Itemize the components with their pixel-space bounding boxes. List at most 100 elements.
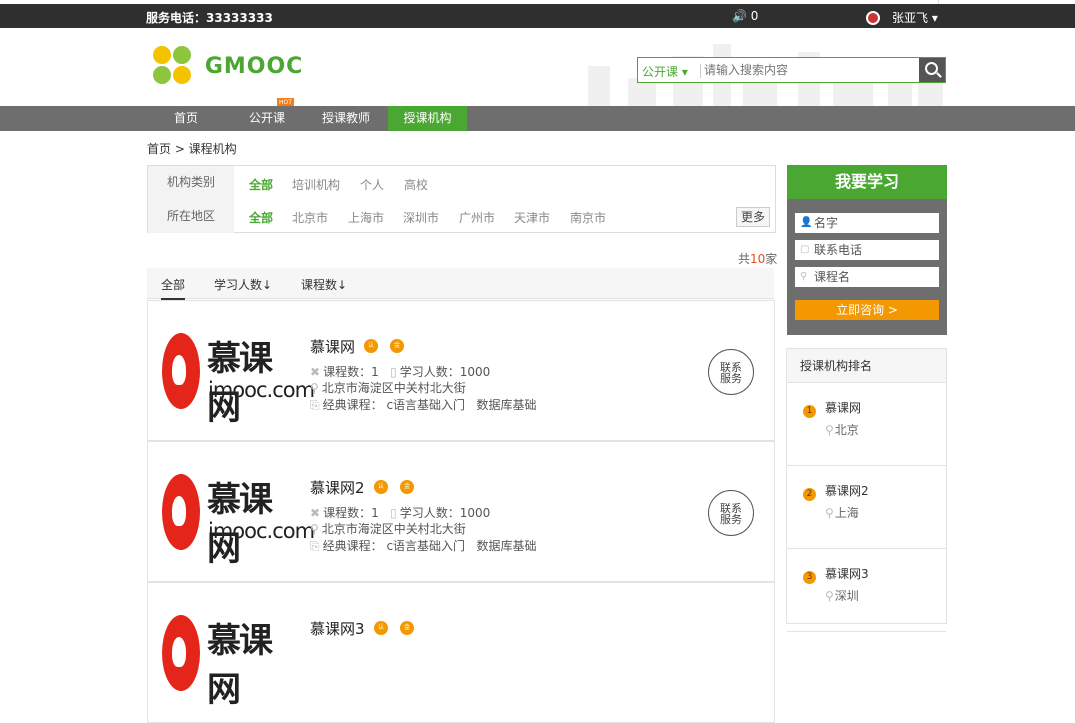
classic-course-link[interactable]: 数据库基础 <box>477 539 537 553</box>
flame-logo-icon <box>162 333 200 409</box>
classic-course-link[interactable]: 数据库基础 <box>477 398 537 412</box>
name-field[interactable]: 👤 名字 <box>795 213 939 233</box>
filter-region-beijing[interactable]: 北京市 <box>292 209 328 226</box>
message-count[interactable]: 🔊 0 <box>732 9 758 23</box>
course-name-field[interactable]: ⚲ 课程名 <box>795 267 939 287</box>
gold-badge-icon: 金 <box>400 480 414 494</box>
filter-panel: 机构类别 所在地区 全部 培训机构 个人 高校 全部 北京市 上海市 深圳市 广… <box>147 165 776 233</box>
learner-icon: ▯ <box>390 365 397 379</box>
filter-region-tianjin[interactable]: 天津市 <box>514 209 550 226</box>
org-address: ⚲ 北京市海淀区中关村北大街 <box>310 520 466 537</box>
org-course-count: 课程数：1 <box>323 365 379 379</box>
contact-service-button[interactable]: 联系 服务 <box>708 349 754 395</box>
consult-button[interactable]: 立即咨询 > <box>795 300 939 320</box>
org-classic-courses: ⎘ 经典课程： c语言基础入门 数据库基础 <box>310 396 537 413</box>
clover-icon <box>153 46 193 86</box>
classic-course-link[interactable]: c语言基础入门 <box>386 398 465 412</box>
top-bar: 服务电话：33333333 🔊 0 张亚飞 ▾ <box>0 4 1075 28</box>
org-logo[interactable]: 慕课网 <box>162 613 297 710</box>
sort-all[interactable]: 全部 <box>161 276 186 300</box>
logo-text: GMOOC <box>204 53 304 79</box>
location-icon: ⚲ <box>310 522 319 536</box>
course-placeholder: 课程名 <box>814 270 851 284</box>
org-card[interactable]: 慕课网 imooc.com 慕课网 认 金 ✖ 课程数：1 ▯ 学习人数：1000 … <box>147 300 775 441</box>
nav-open-courses[interactable]: 公开课 <box>228 106 306 131</box>
consult-form-title: 我要学习 <box>787 165 947 199</box>
bookmark-icon: ⎘ <box>310 398 320 412</box>
medal-icon: 1 <box>803 405 816 418</box>
ranking-city: ⚲上海 <box>825 504 859 521</box>
org-name[interactable]: 慕课网 <box>310 336 355 357</box>
breadcrumb[interactable]: 首页 > 课程机构 <box>147 140 237 157</box>
org-ranking: 授课机构排名 1 慕课网 ⚲北京 2 慕课网2 ⚲上海 3 慕课网3 ⚲深圳 <box>786 348 947 632</box>
sort-courses[interactable]: 课程数↓ <box>301 276 347 293</box>
org-address: ⚲ 北京市海淀区中关村北大街 <box>310 379 466 396</box>
org-card[interactable]: 慕课网 imooc.com 慕课网2 认 金 ✖ 课程数：1 ▯ 学习人数：1000… <box>147 441 775 582</box>
org-card[interactable]: 慕课网 慕课网3 认 金 <box>147 582 775 723</box>
more-button[interactable]: 更多 <box>736 207 770 227</box>
ranking-org-name[interactable]: 慕课网3 <box>825 565 869 582</box>
filter-region-all[interactable]: 全部 <box>249 209 273 226</box>
filter-region-shanghai[interactable]: 上海市 <box>348 209 384 226</box>
search-icon-handle <box>936 72 942 78</box>
filter-region-guangzhou[interactable]: 广州市 <box>459 209 495 226</box>
consult-form: 我要学习 👤 名字 ▢ 联系电话 ⚲ 课程名 立即咨询 > <box>787 165 947 335</box>
classic-course-link[interactable]: c语言基础入门 <box>386 539 465 553</box>
org-logo-cn: 慕课网 <box>207 621 273 710</box>
medal-icon: 2 <box>803 488 816 501</box>
nav-organizations[interactable]: 授课机构 <box>388 106 467 131</box>
ranking-item[interactable]: 2 慕课网2 ⚲上海 <box>787 466 946 549</box>
filter-region-shenzhen[interactable]: 深圳市 <box>403 209 439 226</box>
org-logo-en: imooc.com <box>208 378 315 402</box>
total-suffix: 家 <box>765 252 778 266</box>
org-logo-en: imooc.com <box>208 519 315 543</box>
contact-service-button[interactable]: 联系 服务 <box>708 490 754 536</box>
search-category-select[interactable]: 公开课 ▾ <box>642 63 688 80</box>
contact-label-line2: 服务 <box>720 372 742 385</box>
phone-field[interactable]: ▢ 联系电话 <box>795 240 939 260</box>
ranking-item[interactable]: 3 慕课网3 ⚲深圳 <box>787 549 946 632</box>
ranking-city: ⚲北京 <box>825 421 859 438</box>
contact-label-line2: 服务 <box>720 513 742 526</box>
user-menu[interactable]: 张亚飞 ▾ <box>866 9 938 26</box>
location-icon: ⚲ <box>825 423 834 437</box>
org-learner-count: 学习人数：1000 <box>399 506 491 520</box>
search-divider <box>700 64 701 78</box>
search-box: 公开课 ▾ <box>637 57 946 83</box>
name-placeholder: 名字 <box>814 216 839 230</box>
filter-type-all[interactable]: 全部 <box>249 176 273 193</box>
ranking-org-name[interactable]: 慕课网2 <box>825 482 869 499</box>
gold-badge-icon: 金 <box>400 621 414 635</box>
user-icon: 👤 <box>800 217 813 228</box>
filter-type-university[interactable]: 高校 <box>404 176 428 193</box>
site-logo[interactable]: GMOOC <box>153 46 303 86</box>
org-name[interactable]: 慕课网2 <box>310 477 365 498</box>
location-icon: ⚲ <box>825 506 834 520</box>
search-input[interactable] <box>704 61 904 79</box>
search-button[interactable] <box>919 58 945 82</box>
filter-type-label: 机构类别 <box>148 166 234 199</box>
nav-teachers[interactable]: 授课教师 <box>307 106 385 131</box>
nav-home[interactable]: 首页 <box>147 106 225 131</box>
ranking-title: 授课机构排名 <box>787 349 946 383</box>
bookmark-icon: ⎘ <box>310 539 320 553</box>
phone-icon: ▢ <box>800 244 810 255</box>
ranking-org-name[interactable]: 慕课网 <box>825 399 861 416</box>
ranking-item[interactable]: 1 慕课网 ⚲北京 <box>787 383 946 466</box>
org-learner-count: 学习人数：1000 <box>399 365 491 379</box>
sort-bar: 全部 学习人数↓ 课程数↓ <box>147 268 774 300</box>
filter-type-individual[interactable]: 个人 <box>360 176 384 193</box>
org-name[interactable]: 慕课网3 <box>310 618 365 639</box>
main-nav: 首页 公开课 授课教师 授课机构 <box>0 106 1075 131</box>
certified-badge-icon: 认 <box>374 480 388 494</box>
ranking-city: ⚲深圳 <box>825 587 859 604</box>
classic-label: 经典课程： <box>322 398 383 412</box>
filter-region-nanjing[interactable]: 南京市 <box>570 209 606 226</box>
gold-badge-icon: 金 <box>390 339 404 353</box>
certified-badge-icon: 认 <box>364 339 378 353</box>
org-logo[interactable]: 慕课网 imooc.com <box>162 472 315 569</box>
filter-type-training[interactable]: 培训机构 <box>292 176 340 193</box>
org-logo[interactable]: 慕课网 imooc.com <box>162 331 315 428</box>
sort-learners[interactable]: 学习人数↓ <box>214 276 272 293</box>
flame-logo-icon <box>162 615 200 691</box>
